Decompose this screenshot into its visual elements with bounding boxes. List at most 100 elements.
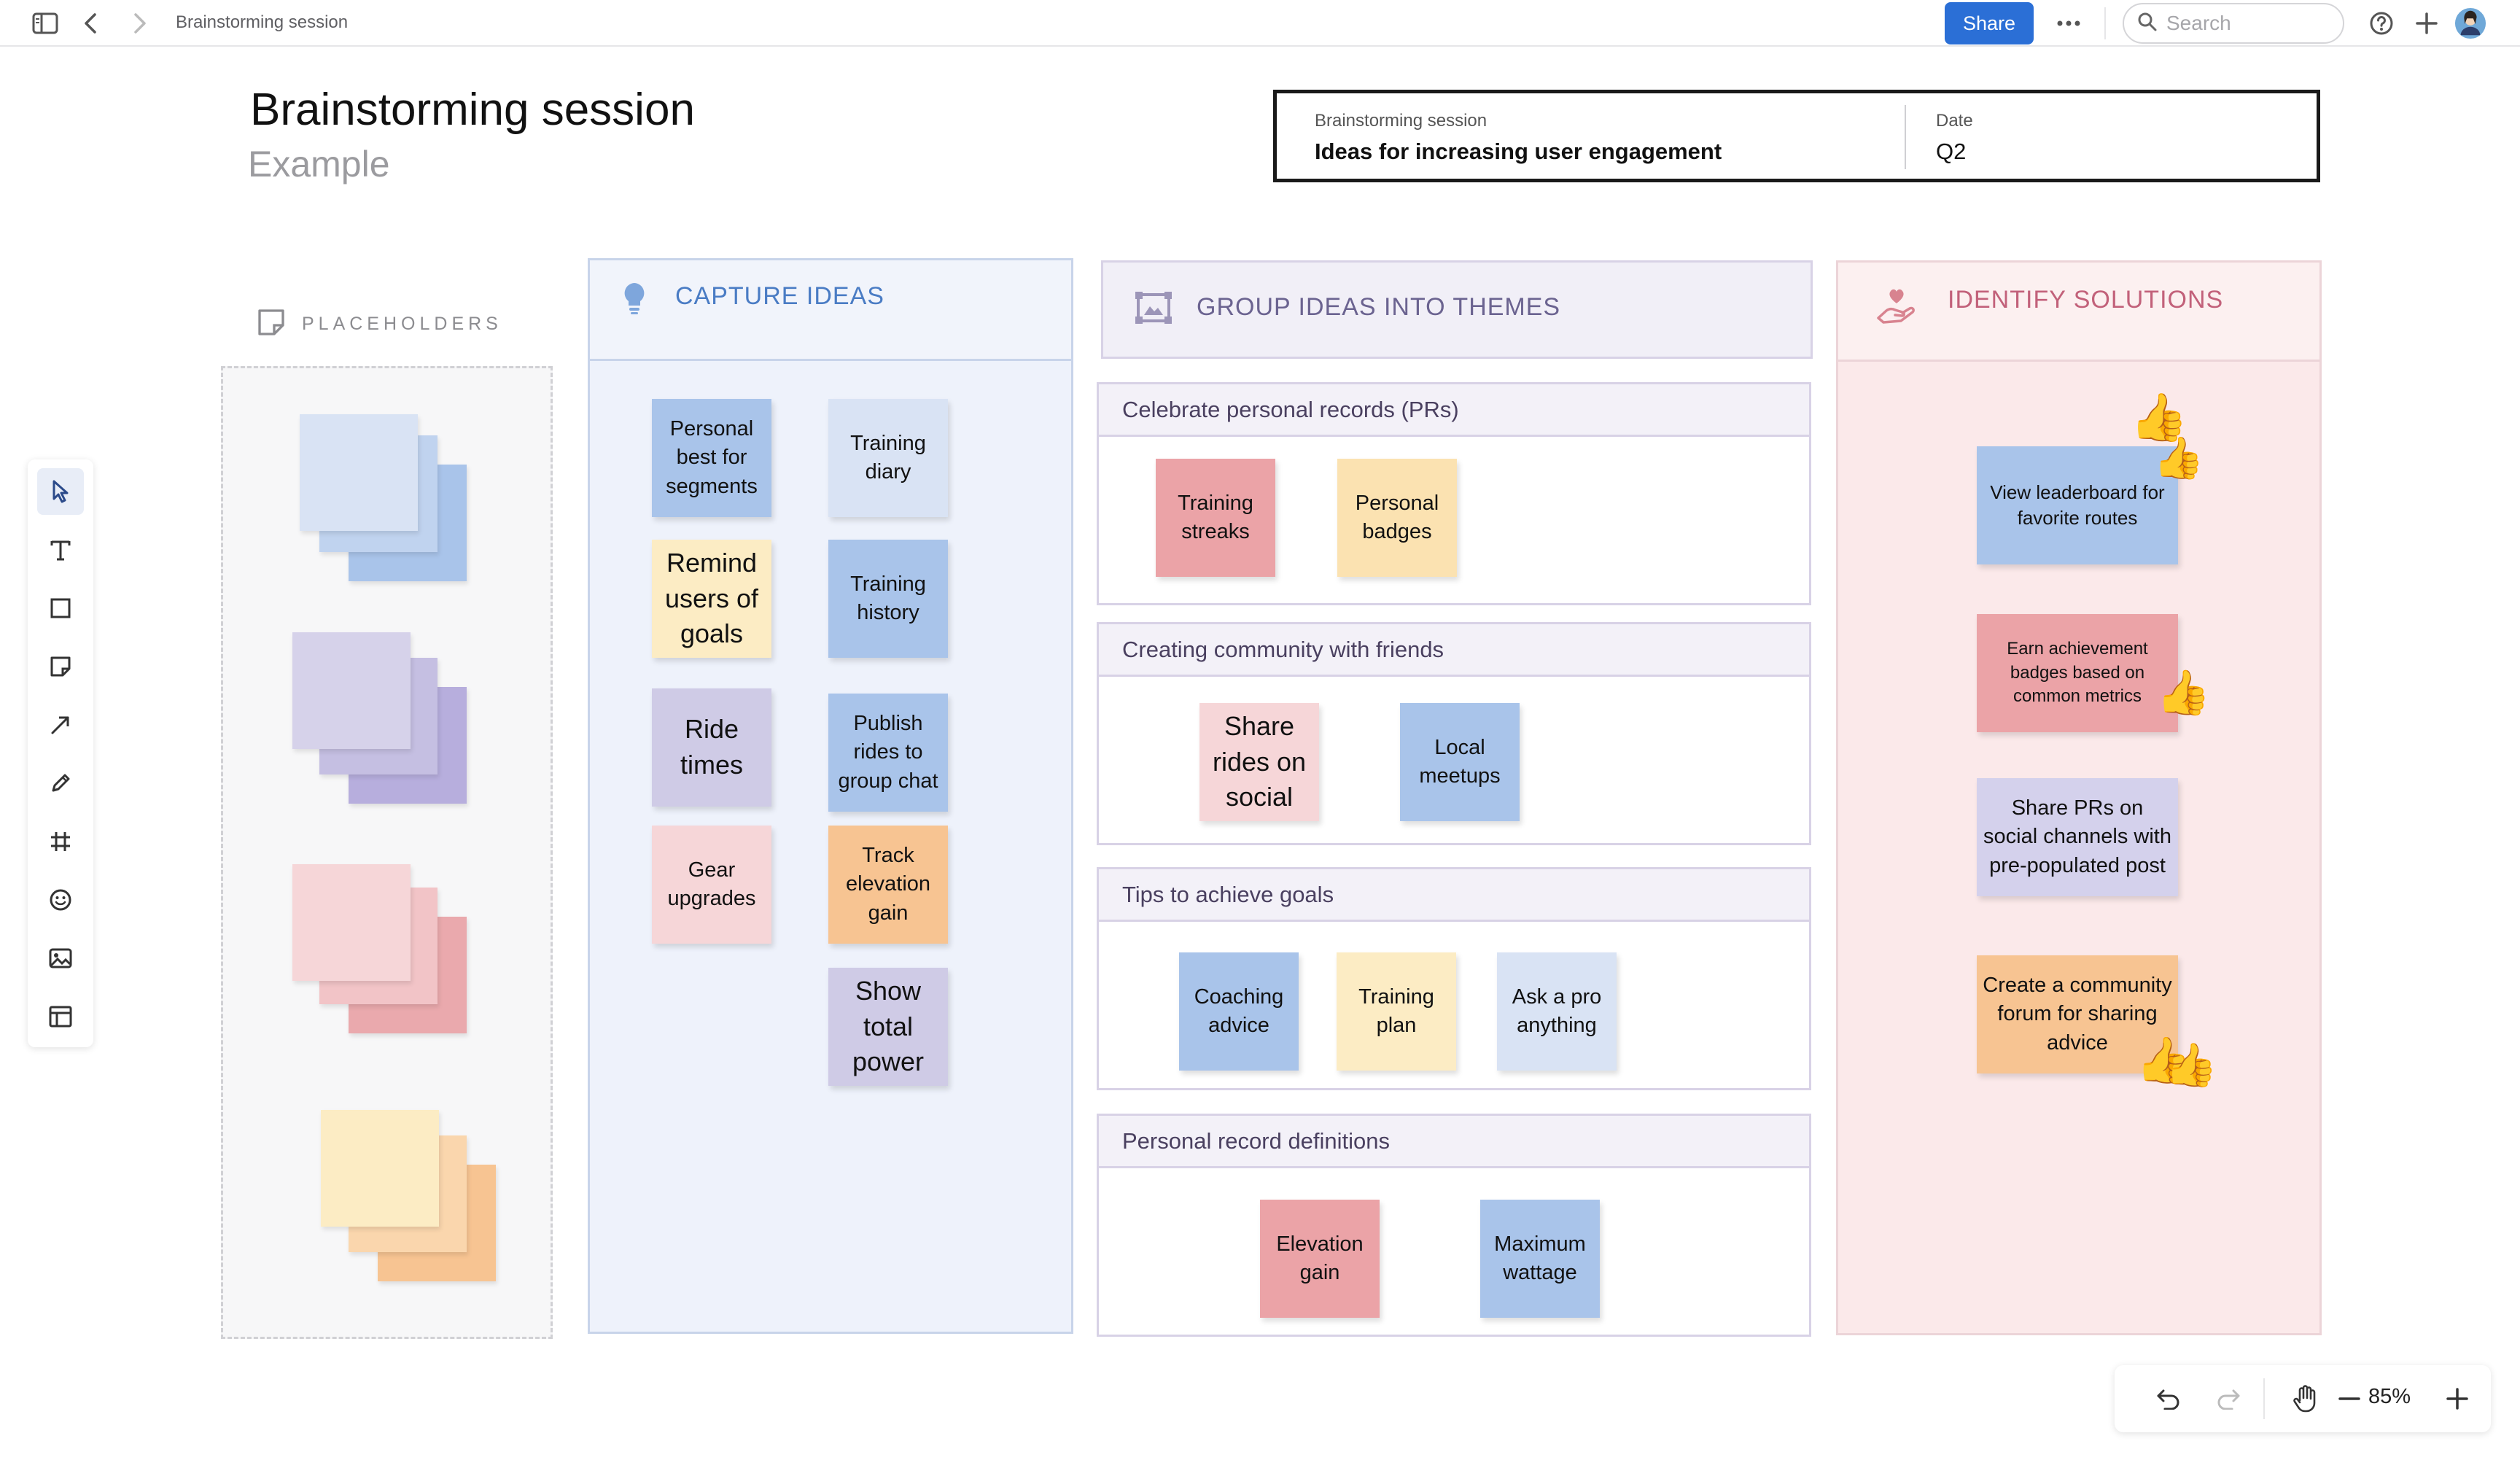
template-tool-icon[interactable] bbox=[37, 993, 84, 1040]
capture-ideas-column: CAPTURE IDEAS Personal best for segments… bbox=[588, 258, 1073, 1334]
undo-icon[interactable] bbox=[2145, 1375, 2192, 1422]
emoji-tool-icon[interactable] bbox=[37, 877, 84, 923]
sticky-note[interactable]: Elevation gain bbox=[1260, 1200, 1380, 1318]
sticky-note-tool-icon[interactable] bbox=[37, 643, 84, 690]
placeholder-sticky-pink[interactable] bbox=[292, 864, 411, 981]
sticky-text: Training streaks bbox=[1178, 491, 1253, 543]
image-tool-icon[interactable] bbox=[37, 935, 84, 982]
group-frame-icon bbox=[1134, 290, 1173, 329]
search-input[interactable] bbox=[2166, 12, 2334, 35]
canvas-controls: 85% bbox=[2115, 1365, 2491, 1432]
placeholder-sticky-purple[interactable] bbox=[292, 632, 411, 749]
lightbulb-icon bbox=[621, 281, 648, 319]
zoom-in-icon[interactable] bbox=[2434, 1375, 2481, 1422]
sticky-note[interactable]: Track elevation gain bbox=[828, 826, 948, 944]
more-options-icon[interactable] bbox=[2053, 7, 2085, 39]
placeholders-label: PLACEHOLDERS bbox=[302, 314, 502, 334]
search-field[interactable] bbox=[2123, 3, 2344, 44]
sticky-note[interactable]: Remind users of goals bbox=[652, 540, 771, 658]
capture-ideas-header: CAPTURE IDEAS bbox=[590, 260, 1071, 361]
sticky-text: Track elevation gain bbox=[845, 844, 931, 925]
add-icon[interactable] bbox=[2411, 7, 2443, 39]
sticky-note[interactable]: Local meetups bbox=[1400, 703, 1520, 821]
placeholders-area bbox=[221, 366, 553, 1339]
pen-tool-icon[interactable] bbox=[37, 760, 84, 807]
sticky-text: Ride times bbox=[680, 714, 743, 780]
sticky-text: Share rides on social bbox=[1212, 711, 1307, 812]
sticky-text: Show total power bbox=[852, 976, 925, 1077]
placeholder-sticky-orange[interactable] bbox=[321, 1110, 439, 1227]
board-subtitle: Example bbox=[248, 144, 390, 185]
breadcrumb: Brainstorming session bbox=[176, 12, 349, 32]
sticky-note[interactable]: Personal badges bbox=[1337, 459, 1457, 577]
info-divider bbox=[1905, 105, 1906, 169]
sticky-note[interactable]: Ask a pro anything bbox=[1497, 952, 1617, 1071]
sticky-note[interactable]: Personal best for segments bbox=[652, 399, 771, 517]
sticky-text: Local meetups bbox=[1419, 735, 1501, 788]
sticky-note[interactable]: Training streaks bbox=[1156, 459, 1275, 577]
left-toolbar bbox=[28, 459, 93, 1047]
sticky-note[interactable]: Show total power bbox=[828, 968, 948, 1086]
frame-tool-icon[interactable] bbox=[37, 818, 84, 865]
theme-label[interactable]: Tips to achieve goals bbox=[1099, 869, 1809, 922]
avatar[interactable] bbox=[2454, 7, 2486, 39]
sticky-note[interactable]: Share PRs on social channels with pre-po… bbox=[1977, 778, 2178, 896]
date-value[interactable]: Q2 bbox=[1936, 139, 1966, 165]
heart-hand-icon bbox=[1876, 286, 1917, 327]
sticky-text: Training history bbox=[850, 572, 926, 624]
sticky-note[interactable]: Gear upgrades bbox=[652, 826, 771, 944]
sticky-text: Training diary bbox=[850, 431, 926, 484]
theme-label[interactable]: Celebrate personal records (PRs) bbox=[1099, 384, 1809, 437]
select-tool-icon[interactable] bbox=[37, 468, 84, 515]
date-label: Date bbox=[1936, 111, 1973, 131]
sticky-note[interactable]: Coaching advice bbox=[1179, 952, 1299, 1071]
session-topic[interactable]: Ideas for increasing user engagement bbox=[1315, 139, 1722, 165]
placeholder-sticky-blue[interactable] bbox=[300, 414, 418, 531]
sticky-note[interactable]: Earn achievement badges based on common … bbox=[1977, 614, 2178, 732]
theme-group: Tips to achieve goals Coaching advice Tr… bbox=[1097, 867, 1811, 1090]
session-info-table: Brainstorming session Ideas for increasi… bbox=[1273, 90, 2320, 182]
thumbs-up-reaction[interactable]: 👍 bbox=[2165, 1044, 2217, 1087]
sticky-text: Personal badges bbox=[1355, 491, 1439, 543]
sticky-note[interactable]: Maximum wattage bbox=[1480, 1200, 1600, 1318]
sidebar-toggle-icon[interactable] bbox=[29, 7, 61, 39]
group-ideas-header: GROUP IDEAS INTO THEMES bbox=[1101, 260, 1813, 359]
help-icon[interactable] bbox=[2365, 7, 2398, 39]
sticky-text: Earn achievement badges based on common … bbox=[2007, 639, 2148, 707]
theme-group: Creating community with friends Share ri… bbox=[1097, 622, 1811, 845]
sticky-text: View leaderboard for favorite routes bbox=[1990, 481, 2165, 529]
connector-tool-icon[interactable] bbox=[37, 702, 84, 748]
zoom-out-icon[interactable] bbox=[2326, 1375, 2373, 1422]
sticky-text: Share PRs on social channels with pre-po… bbox=[1983, 796, 2171, 877]
sticky-text: Training plan bbox=[1358, 985, 1434, 1037]
thumbs-up-reaction[interactable]: 👍 bbox=[2130, 394, 2188, 440]
thumbs-up-reaction[interactable]: 👍 bbox=[2156, 671, 2211, 715]
sticky-text: Personal best for segments bbox=[666, 417, 758, 498]
group-ideas-title: GROUP IDEAS INTO THEMES bbox=[1197, 293, 1561, 321]
sticky-text: Elevation gain bbox=[1276, 1232, 1364, 1284]
sticky-note[interactable]: Publish rides to group chat bbox=[828, 694, 948, 812]
thumbs-up-reaction[interactable]: 👍 bbox=[2153, 438, 2204, 478]
theme-label[interactable]: Personal record definitions bbox=[1099, 1116, 1809, 1168]
theme-label[interactable]: Creating community with friends bbox=[1099, 624, 1809, 677]
search-icon bbox=[2137, 12, 2158, 36]
sticky-note[interactable]: Ride times bbox=[652, 688, 771, 807]
back-icon[interactable] bbox=[74, 7, 106, 39]
sticky-note[interactable]: View leaderboard for favorite routes bbox=[1977, 446, 2178, 564]
sticky-text: Gear upgrades bbox=[667, 858, 756, 910]
capture-ideas-title: CAPTURE IDEAS bbox=[675, 282, 884, 310]
redo-icon[interactable] bbox=[2205, 1375, 2252, 1422]
sticky-note[interactable]: Training plan bbox=[1337, 952, 1456, 1071]
hand-pan-icon[interactable] bbox=[2282, 1375, 2329, 1422]
shape-tool-icon[interactable] bbox=[37, 585, 84, 632]
sticky-note[interactable]: Training history bbox=[828, 540, 948, 658]
theme-group: Celebrate personal records (PRs) Trainin… bbox=[1097, 382, 1811, 605]
session-label: Brainstorming session bbox=[1315, 111, 1488, 131]
zoom-level[interactable]: 85% bbox=[2368, 1385, 2411, 1409]
sticky-note[interactable]: Share rides on social bbox=[1199, 703, 1319, 821]
share-button[interactable]: Share bbox=[1945, 2, 2034, 44]
sticky-note[interactable]: Training diary bbox=[828, 399, 948, 517]
forward-icon[interactable] bbox=[124, 7, 156, 39]
sticky-text: Remind users of goals bbox=[664, 548, 759, 649]
text-tool-icon[interactable] bbox=[37, 527, 84, 573]
